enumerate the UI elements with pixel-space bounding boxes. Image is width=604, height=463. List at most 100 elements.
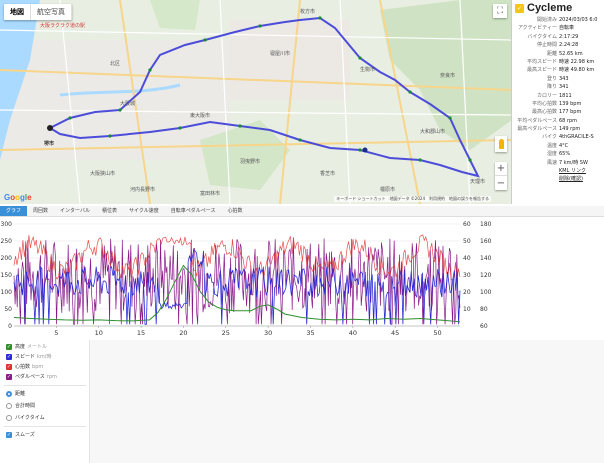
divider bbox=[4, 385, 86, 386]
info-value: 341 bbox=[559, 84, 569, 91]
info-key: 停止時間 bbox=[536, 42, 557, 49]
map-footer: キーボード ショートカット 地図データ ©2024 利用規約 地図の誤りを報告す… bbox=[334, 196, 491, 202]
radio-icon[interactable] bbox=[6, 402, 12, 409]
info-key: 平均心拍数 bbox=[531, 100, 557, 107]
y-right1-tick-label: 40 bbox=[463, 255, 471, 262]
info-value: 時速 22.98 km bbox=[559, 58, 595, 65]
tab-stacked[interactable]: 積位表 bbox=[96, 206, 123, 216]
fullscreen-icon[interactable]: ⛶ bbox=[493, 4, 507, 18]
tab-map[interactable]: 地図 bbox=[4, 4, 31, 20]
analysis-tabs: グラフ 周回数 インターバル 積位表 サイクル速度 自転車ペダルペース 心拍数 bbox=[0, 206, 604, 217]
info-row: 最高スピード 時速 49.80 km bbox=[513, 66, 604, 74]
info-key: アクティビティー bbox=[517, 25, 557, 32]
zoom-control: + − bbox=[495, 162, 507, 190]
y-right2-tick-label: 140 bbox=[480, 255, 492, 262]
start-marker bbox=[47, 125, 53, 131]
tab-cadence[interactable]: 自転車ペダルペース bbox=[165, 206, 222, 216]
checkbox-icon[interactable]: ✓ bbox=[6, 363, 12, 370]
y-right2-tick-label: 60 bbox=[480, 323, 488, 330]
tab-heart-rate[interactable]: 心拍数 bbox=[222, 206, 249, 216]
info-value: 4thGRACILE-S bbox=[559, 134, 594, 141]
checkbox-icon[interactable]: ✓ bbox=[6, 373, 12, 380]
info-row: 停止時間 2:24:28 bbox=[513, 41, 604, 49]
map-label: 枚方市 bbox=[300, 9, 316, 15]
y-right2-tick-label: 160 bbox=[480, 238, 492, 245]
legend-elevation[interactable]: ✓ 高度 メートル bbox=[6, 343, 47, 350]
map-label: 東大阪市 bbox=[190, 113, 211, 119]
checkbox-icon[interactable]: ✓ bbox=[6, 353, 12, 360]
route-map[interactable]: 大阪ラクラク道の駅 北区 枚方市 寝屋川市 大阪城 東大阪市 堺市 生駒市 奈良… bbox=[0, 0, 512, 204]
info-value: 68 rpm bbox=[559, 117, 578, 124]
map-label: 大阪ラクラク道の駅 bbox=[40, 23, 86, 29]
x-tick-label: 20 bbox=[179, 329, 187, 337]
tab-intervals[interactable]: インターバル bbox=[54, 206, 96, 216]
legend-panel: ✓ 高度 メートル ✓ スピード km/時 ✓ 心拍数 bpm ✓ ペダルペース rpm… bbox=[0, 340, 90, 463]
y-right1-tick-label: 50 bbox=[463, 238, 471, 245]
map-label: 堺市 bbox=[44, 141, 55, 147]
legend-cadence[interactable]: ✓ ペダルペース rpm bbox=[6, 373, 57, 380]
info-value: 2:17:29 bbox=[559, 33, 579, 40]
tab-cycle-speed[interactable]: サイクル速度 bbox=[123, 206, 165, 216]
info-value: 139 bpm bbox=[559, 100, 582, 107]
info-row: 風速 7 km/時 SW bbox=[513, 159, 604, 167]
y-left-tick-label: 300 bbox=[1, 221, 13, 228]
info-value: 343 bbox=[559, 75, 569, 82]
radio-icon[interactable] bbox=[6, 390, 12, 397]
x-tick-label: 25 bbox=[222, 329, 230, 337]
kml-link[interactable]: KML リンク bbox=[559, 167, 586, 175]
app-logo-icon: ✓ bbox=[515, 3, 524, 13]
y-right1-tick-label: 30 bbox=[463, 272, 471, 279]
y-left-tick-label: 0 bbox=[8, 323, 12, 330]
y-left-tick-label: 50 bbox=[4, 306, 12, 313]
legend-speed[interactable]: ✓ スピード km/時 bbox=[6, 353, 51, 360]
map-label: 北区 bbox=[110, 61, 121, 67]
map-label: 羽曳野市 bbox=[240, 159, 261, 165]
divider bbox=[4, 426, 86, 427]
chart-legend-area: ✓ 高度 メートル ✓ スピード km/時 ✓ 心拍数 bpm ✓ ペダルペース rpm… bbox=[0, 340, 604, 463]
info-key: 最高心拍数 bbox=[531, 109, 557, 116]
tab-graph[interactable]: グラフ bbox=[0, 206, 28, 216]
info-key: 温度 bbox=[546, 142, 557, 149]
google-logo: Google bbox=[4, 193, 32, 202]
x-axis-option-bike-time[interactable]: バイクタイム bbox=[6, 414, 45, 421]
tab-satellite[interactable]: 航空写真 bbox=[31, 4, 72, 20]
info-value: 177 bpm bbox=[559, 109, 582, 116]
smooth-toggle[interactable]: ✓ スムーズ bbox=[6, 431, 35, 438]
y-right1-tick-label: 20 bbox=[463, 289, 471, 296]
info-key: 登り bbox=[546, 75, 557, 82]
info-row: バイクタイム 2:17:29 bbox=[513, 33, 604, 41]
info-value: 2:24:28 bbox=[559, 42, 579, 49]
info-key: バイクタイム bbox=[527, 33, 557, 40]
activity-chart[interactable]: 0 50 100 150 200 250 300 10 20 30 40 50 60 60 80 100 120… bbox=[0, 218, 604, 338]
y-left-tick-label: 100 bbox=[1, 289, 13, 296]
y-left-tick-label: 250 bbox=[1, 238, 13, 245]
x-axis-option-total-time[interactable]: 合計時間 bbox=[6, 402, 35, 409]
x-axis-option-distance[interactable]: 距離 bbox=[6, 390, 25, 397]
checkbox-icon[interactable]: ✓ bbox=[6, 431, 12, 438]
map-label: 富田林市 bbox=[200, 191, 221, 197]
zoom-out-button[interactable]: − bbox=[495, 176, 507, 190]
info-value: 時速 49.80 km bbox=[559, 67, 595, 74]
y-right2-tick-label: 100 bbox=[480, 289, 492, 296]
y-left-tick-label: 150 bbox=[1, 272, 13, 279]
x-tick-label: 5 bbox=[54, 329, 58, 337]
info-row: 平均スピード 時速 22.98 km bbox=[513, 58, 604, 66]
y-left-tick-label: 200 bbox=[1, 255, 13, 262]
info-row: バイク 4thGRACILE-S bbox=[513, 133, 604, 141]
pegman-icon[interactable] bbox=[495, 136, 507, 152]
map-label: 寝屋川市 bbox=[270, 51, 291, 57]
y-right2-tick-label: 80 bbox=[480, 306, 488, 313]
radio-icon[interactable] bbox=[6, 414, 12, 421]
tab-laps[interactable]: 周回数 bbox=[27, 206, 54, 216]
delete-link[interactable]: 削除(確認) bbox=[559, 175, 583, 183]
zoom-in-button[interactable]: + bbox=[495, 162, 507, 176]
info-value: 4°C bbox=[559, 142, 569, 149]
map-type-tabs: 地図 航空写真 bbox=[4, 4, 72, 20]
y-right2-tick-label: 120 bbox=[480, 272, 492, 279]
x-tick-label: 40 bbox=[349, 329, 357, 337]
info-value: 1811 bbox=[559, 92, 572, 99]
map-label: 香芝市 bbox=[320, 171, 336, 177]
info-key: 最高スピード bbox=[526, 67, 557, 74]
legend-heart-rate[interactable]: ✓ 心拍数 bpm bbox=[6, 363, 43, 370]
checkbox-icon[interactable]: ✓ bbox=[6, 343, 12, 350]
